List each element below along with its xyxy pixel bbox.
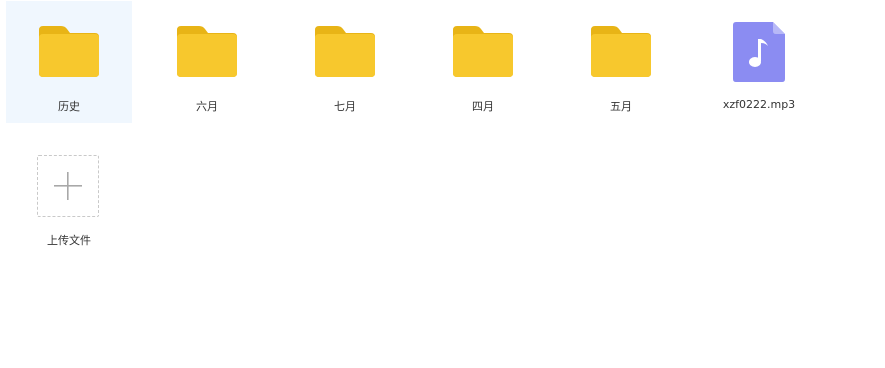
folder-icon xyxy=(315,26,375,77)
folder-item-june[interactable]: 六月 xyxy=(144,1,270,123)
folder-label: 历史 xyxy=(58,100,80,113)
folder-label: 六月 xyxy=(196,100,218,113)
folder-icon xyxy=(177,26,237,77)
folder-item-april[interactable]: 四月 xyxy=(420,1,546,123)
folder-label: 七月 xyxy=(334,100,356,113)
folder-icon xyxy=(453,26,513,77)
upload-label: 上传文件 xyxy=(47,234,91,247)
file-label: xzf0222.mp3 xyxy=(722,98,796,111)
upload-dropzone[interactable] xyxy=(37,155,99,217)
plus-icon xyxy=(54,172,82,200)
folder-label: 四月 xyxy=(472,100,494,113)
folder-icon xyxy=(591,26,651,77)
music-file-icon xyxy=(733,22,785,82)
folder-item-history[interactable]: 历史 xyxy=(6,1,132,123)
folder-item-may[interactable]: 五月 xyxy=(558,1,684,123)
folder-label: 五月 xyxy=(610,100,632,113)
audio-file-item[interactable]: xzf0222.mp3 xyxy=(696,1,822,123)
folder-icon xyxy=(39,26,99,77)
file-grid: 历史 六月 七月 四月 五月 xzf0222.mp3 上传文件 xyxy=(0,0,885,368)
upload-file-button[interactable]: 上传文件 xyxy=(6,135,132,257)
folder-item-july[interactable]: 七月 xyxy=(282,1,408,123)
